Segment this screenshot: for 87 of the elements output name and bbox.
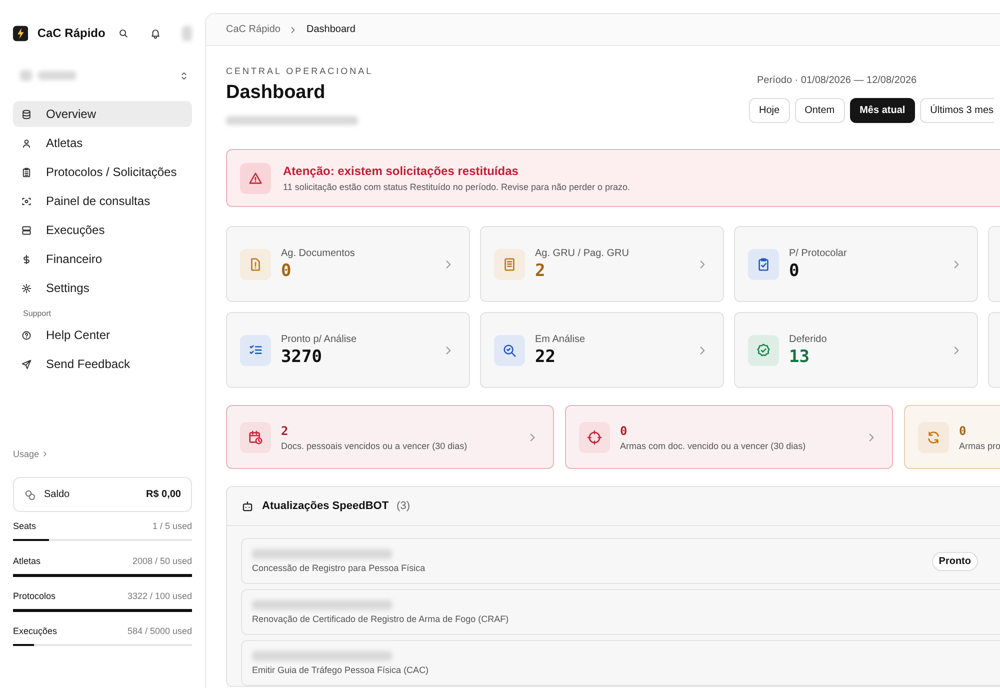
blurred-org-name[interactable] [38,71,76,80]
stat-label: Ag. GRU / Pag. GRU [535,248,630,258]
expiry-label: Armas pro [959,440,1000,450]
user-icon [21,138,32,148]
stat-card[interactable]: Deferido 13 [734,312,978,388]
update-row[interactable]: Concessão de Registro para Pessoa Física Pronto [241,538,1000,584]
meter-label: Atletas [13,555,41,567]
app-name: CaC Rápido [37,26,106,40]
meter-label: Seats [13,520,36,532]
page-title: Dashboard [226,82,326,104]
meter-reading: 3322 / 100 used [127,590,192,602]
stat-value: 0 [789,260,800,280]
stat-value: 3270 [281,346,323,366]
database-icon [21,108,32,120]
coins-icon [24,488,36,500]
stat-card[interactable]: Ag. Documentos 0 [226,226,470,302]
stat-card[interactable]: P/ Protocolar 0 [734,226,978,302]
search-icon [118,28,130,38]
service-name: Emitir Guia de Tráfego Pessoa Física (CAC) [252,665,430,675]
bell-icon [150,28,162,38]
expiry-card[interactable]: 0 Armas com doc. vencido ou a vencer (30 dias) [565,405,893,469]
page-eyebrow: CENTRAL OPERACIONAL [226,66,374,76]
alert-message: 11 solicitação estão com status Restituído no período. Revise para não perder o prazo. [283,182,630,192]
range-button[interactable]: Últimos 3 mes [920,98,994,123]
expiry-count: 0 [959,424,968,438]
panel-count: (3) [396,500,410,512]
dollar-icon [21,254,32,264]
period-label: Período · 01/08/2026 — 12/08/2026 [757,75,918,86]
stat-label: Em Análise [535,334,586,344]
alert-title: Atenção: existem solicitações restituídas [283,164,520,178]
gear-icon [21,282,32,294]
clipboard-icon [21,166,32,178]
nav-item[interactable]: Send Feedback [13,351,192,377]
stat-label: P/ Protocolar [789,248,848,258]
scan-icon [21,196,32,206]
nav-item[interactable]: Financeiro [13,246,192,272]
stat-value: 22 [535,346,556,366]
service-name: Renovação de Certificado de Registro de Arma de Fogo (CRAF) [252,614,510,624]
range-button[interactable]: Hoje [749,98,790,123]
balance-value: R$ 0,00 [146,489,181,500]
blurred-avatar[interactable] [182,26,192,40]
update-row[interactable]: Emitir Guia de Tráfego Pessoa Física (CAC) [241,640,1000,686]
expiry-card[interactable]: 0 Armas pro [904,405,1000,469]
stat-value: 0 [281,260,292,280]
stat-card[interactable]: Pronto p/ Análise 3270 [226,312,470,388]
blurred-org-icon [20,70,32,81]
stat-label: Ag. Documentos [281,248,356,258]
status-badge: Pronto [932,552,978,570]
nav-item[interactable]: Execuções [13,217,192,243]
meter-label: Protocolos [13,590,56,602]
nav-item[interactable]: Help Center [13,322,192,348]
meter-reading: 1 / 5 used [152,520,192,532]
warning-icon [248,170,263,186]
panel-title: Atualizações SpeedBOT [262,500,389,512]
stat-label: Pronto p/ Análise [281,334,358,344]
balance-label: Saldo [44,489,70,500]
stat-card[interactable]: Ag. GRU / Pag. GRU 2 [480,226,724,302]
expiry-label: Armas com doc. vencido ou a vencer (30 dias) [620,440,807,450]
server-icon [21,224,32,236]
range-button[interactable]: Ontem [794,98,845,123]
meter-reading: 584 / 5000 used [127,625,192,637]
expiry-label: Docs. pessoais vencidos ou a vencer (30 dias) [281,440,468,450]
stat-value: 2 [535,260,546,280]
range-button[interactable]: Mês atual [850,98,916,123]
help-icon [21,330,32,340]
nav-item[interactable]: Atletas [13,130,192,156]
expiry-count: 0 [620,424,628,438]
section-label: Support [23,309,52,318]
nav-item[interactable]: Overview [13,101,192,127]
expiry-card[interactable]: 2 Docs. pessoais vencidos ou a vencer (30 dias) [226,405,554,469]
nav-item[interactable]: Settings [13,275,192,301]
chevrons-updown-icon [179,70,189,80]
send-icon [21,358,32,370]
service-name: Concessão de Registro para Pessoa Física [252,563,426,573]
meter-reading: 2008 / 50 used [132,555,192,567]
update-row[interactable]: Renovação de Certificado de Registro de Arma de Fogo (CRAF) [241,589,1000,635]
breadcrumb-item: Dashboard [306,24,356,35]
stat-value: 13 [789,346,810,366]
usage-link[interactable]: Usage [13,449,40,459]
breadcrumb-item[interactable]: CaC Rápido [226,24,280,35]
nav-item[interactable]: Protocolos / Solicitações [13,159,192,185]
meter-label: Execuções [13,625,58,637]
expiry-count: 2 [281,424,290,438]
nav-item[interactable]: Painel de consultas [13,188,192,214]
stat-card[interactable]: Em Análise 22 [480,312,724,388]
robot-icon [241,500,254,512]
stat-label: Deferido [789,334,828,344]
